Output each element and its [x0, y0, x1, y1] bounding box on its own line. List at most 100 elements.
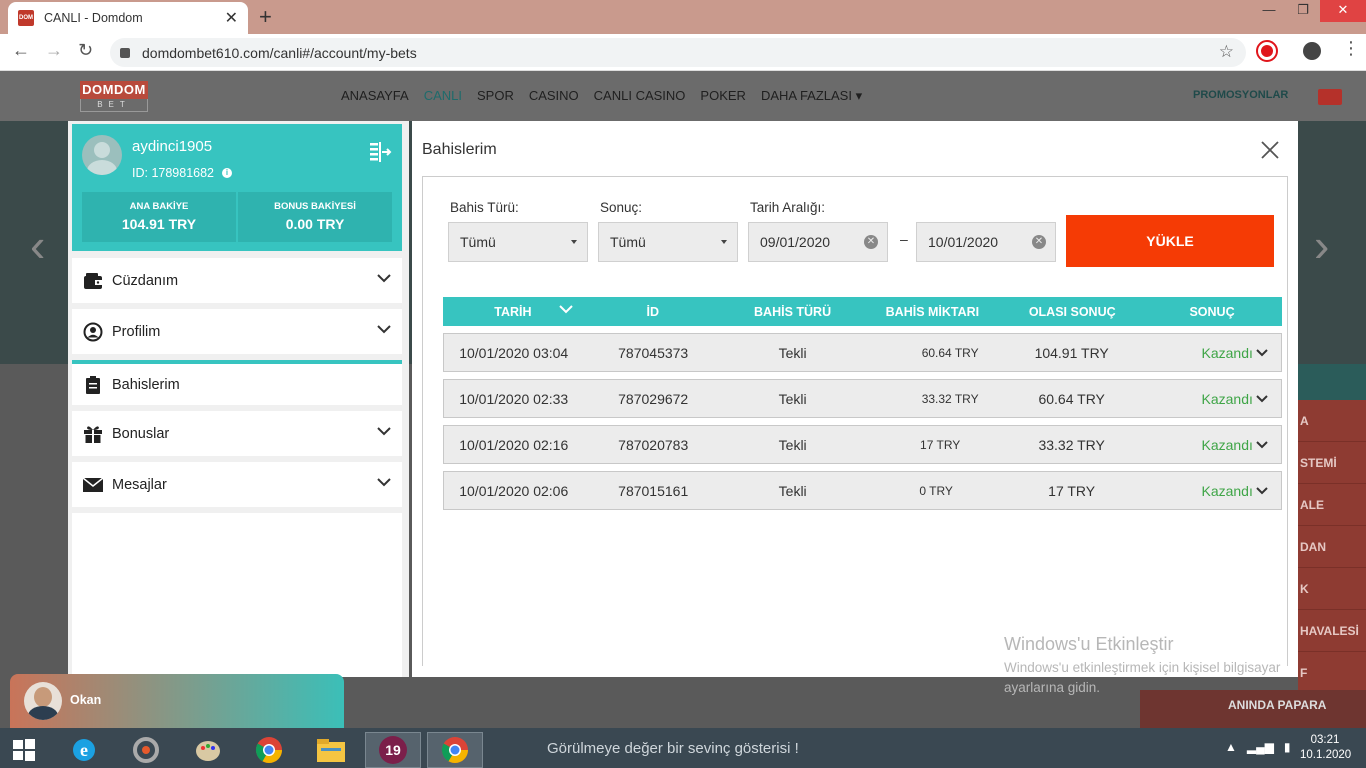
- right-menu-item[interactable]: ALE: [1298, 484, 1366, 526]
- tab-close-icon[interactable]: ✕: [225, 8, 238, 28]
- user-id: ID: 178981682 i: [132, 166, 233, 180]
- profile-avatar-icon[interactable]: [1303, 42, 1321, 60]
- my-bets-panel: Bahislerim Bahis Türü: Tümü Sonuç: Tümü …: [412, 121, 1298, 677]
- chrome-active-icon[interactable]: [427, 732, 483, 768]
- sidebar-blank: [72, 513, 402, 677]
- back-icon[interactable]: ←: [12, 40, 30, 61]
- sort-chevron-icon[interactable]: [559, 304, 573, 314]
- banner-next-icon[interactable]: ›: [1314, 218, 1329, 272]
- sidebar-item-messages[interactable]: Mesajlar: [72, 462, 402, 507]
- bet-type-select[interactable]: Tümü: [448, 222, 588, 262]
- right-menu-item[interactable]: DAN: [1298, 526, 1366, 568]
- system-tray: ▲ ▂▄▆ ▮: [1225, 740, 1290, 754]
- col-possible-win: OLASI SONUÇ: [1028, 304, 1116, 319]
- window-close-icon[interactable]: ✕: [1320, 0, 1366, 22]
- table-row[interactable]: 10/01/2020 02:06 787015161 Tekli 0 TRY 1…: [443, 471, 1282, 510]
- file-explorer-icon[interactable]: [303, 732, 359, 768]
- right-menu-item[interactable]: K: [1298, 568, 1366, 610]
- date-from-input[interactable]: 09/01/2020 ✕: [748, 222, 888, 262]
- clipboard-icon: [82, 374, 104, 396]
- opera-extension-icon[interactable]: [1256, 40, 1278, 62]
- tab-title: CANLI - Domdom: [44, 11, 143, 25]
- browser-tab-strip: DOM CANLI - Domdom ✕ + — ❐ ✕: [0, 0, 1366, 34]
- site-logo[interactable]: DOMDOM BET: [80, 81, 148, 112]
- nav-casino[interactable]: CASINO: [529, 88, 579, 104]
- page-title: Bahislerim: [422, 141, 497, 158]
- turkey-flag-icon[interactable]: [1318, 89, 1342, 105]
- right-menu-item[interactable]: A: [1298, 400, 1366, 442]
- chevron-down-icon[interactable]: [1255, 392, 1269, 406]
- wallet-icon: [82, 270, 104, 292]
- maximize-icon[interactable]: ❐: [1286, 0, 1320, 22]
- bets-table-header: TARİH İD BAHİS TÜRÜ BAHİS MİKTARI OLASI …: [443, 297, 1282, 326]
- live-chat-widget[interactable]: Okan: [10, 674, 344, 728]
- sidebar-item-profile[interactable]: Profilim: [72, 309, 402, 354]
- sidebar-item-label: Mesajlar: [112, 476, 167, 493]
- clear-icon[interactable]: ✕: [864, 235, 878, 249]
- nav-live[interactable]: CANLI: [424, 88, 462, 104]
- tray-expand-icon[interactable]: ▲: [1225, 740, 1237, 754]
- address-bar[interactable]: domdombet610.com/canli#/account/my-bets …: [110, 38, 1246, 67]
- media-app-icon[interactable]: [118, 732, 174, 768]
- chevron-down-icon: [377, 325, 391, 334]
- col-bet-amount: BAHİS MİKTARI: [885, 304, 980, 319]
- agent-avatar: [24, 682, 62, 720]
- chevron-down-icon[interactable]: [1255, 484, 1269, 498]
- forward-icon[interactable]: →: [45, 40, 63, 61]
- activation-watermark-text: Windows'u etkinleştirmek için kişisel bi…: [1004, 660, 1281, 695]
- sidebar-item-my-bets[interactable]: Bahislerim: [72, 360, 402, 405]
- taskbar: e 19 Görülmeye değer bir sevinç gösteris…: [0, 728, 1366, 768]
- taskbar-clock[interactable]: 03:21 10.1.2020: [1300, 733, 1351, 763]
- date-range-label: Tarih Aralığı:: [750, 200, 826, 215]
- chevron-down-icon: [377, 427, 391, 436]
- logout-icon[interactable]: [368, 140, 392, 164]
- date-to-input[interactable]: 10/01/2020 ✕: [916, 222, 1056, 262]
- site-header: DOMDOM BET ANASAYFA CANLI SPOR CASINO CA…: [0, 71, 1366, 121]
- right-menu-item[interactable]: HAVALESİ: [1298, 610, 1366, 652]
- chevron-down-icon[interactable]: [1255, 438, 1269, 452]
- caret-down-icon: [571, 240, 577, 244]
- browser-menu-icon[interactable]: ⋮: [1342, 38, 1360, 59]
- network-icon[interactable]: ▂▄▆: [1247, 740, 1274, 754]
- result-select[interactable]: Tümü: [598, 222, 738, 262]
- sidebar-item-label: Bahislerim: [112, 376, 180, 393]
- nav-live-casino[interactable]: CANLI CASINO: [594, 88, 686, 104]
- right-payment-menu: A STEMİ ALE DAN K HAVALESİ F: [1298, 400, 1366, 694]
- reload-icon[interactable]: ↻: [78, 40, 93, 61]
- col-id: İD: [646, 304, 659, 319]
- close-icon[interactable]: [1260, 140, 1280, 160]
- paint-icon[interactable]: [180, 732, 236, 768]
- internet-explorer-icon[interactable]: e: [56, 732, 112, 768]
- nav-poker[interactable]: POKER: [700, 88, 746, 104]
- right-menu-item[interactable]: STEMİ: [1298, 442, 1366, 484]
- sidebar-item-label: Bonuslar: [112, 425, 170, 442]
- windows-start-icon[interactable]: [0, 732, 48, 768]
- chevron-down-icon[interactable]: [1255, 346, 1269, 360]
- minimize-icon[interactable]: —: [1252, 0, 1286, 22]
- app-badge-icon[interactable]: 19: [365, 732, 421, 768]
- table-row[interactable]: 10/01/2020 02:33 787029672 Tekli 33.32 T…: [443, 379, 1282, 418]
- nav-home[interactable]: ANASAYFA: [341, 88, 409, 104]
- browser-tab[interactable]: DOM CANLI - Domdom ✕: [8, 2, 248, 34]
- col-bet-type: BAHİS TÜRÜ: [754, 304, 832, 319]
- banner-prev-icon[interactable]: ‹: [30, 218, 45, 272]
- table-row[interactable]: 10/01/2020 02:16 787020783 Tekli 17 TRY …: [443, 425, 1282, 464]
- table-row[interactable]: 10/01/2020 03:04 787045373 Tekli 60.64 T…: [443, 333, 1282, 372]
- sidebar-item-bonuses[interactable]: Bonuslar: [72, 411, 402, 456]
- balances: ANA BAKİYE 104.91 TRY BONUS BAKİYESİ 0.0…: [82, 192, 392, 242]
- clear-icon[interactable]: ✕: [1032, 235, 1046, 249]
- nav-promotions[interactable]: PROMOSYONLAR: [1193, 89, 1288, 101]
- sidebar-item-label: Profilim: [112, 323, 161, 340]
- nav-sport[interactable]: SPOR: [477, 88, 514, 104]
- nav-more[interactable]: DAHA FAZLASI ▾: [761, 88, 862, 104]
- bets-filter-box: Bahis Türü: Tümü Sonuç: Tümü Tarih Aralı…: [422, 176, 1288, 666]
- new-tab-icon[interactable]: +: [259, 4, 272, 30]
- battery-icon[interactable]: ▮: [1284, 740, 1291, 754]
- chrome-icon[interactable]: [241, 732, 297, 768]
- date-separator: –: [900, 231, 908, 247]
- bookmark-star-icon[interactable]: ☆: [1219, 42, 1234, 62]
- sidebar-item-wallet[interactable]: Cüzdanım: [72, 258, 402, 303]
- info-icon[interactable]: i: [222, 168, 233, 178]
- agent-name: Okan: [70, 693, 102, 707]
- load-button[interactable]: YÜKLE: [1066, 215, 1274, 267]
